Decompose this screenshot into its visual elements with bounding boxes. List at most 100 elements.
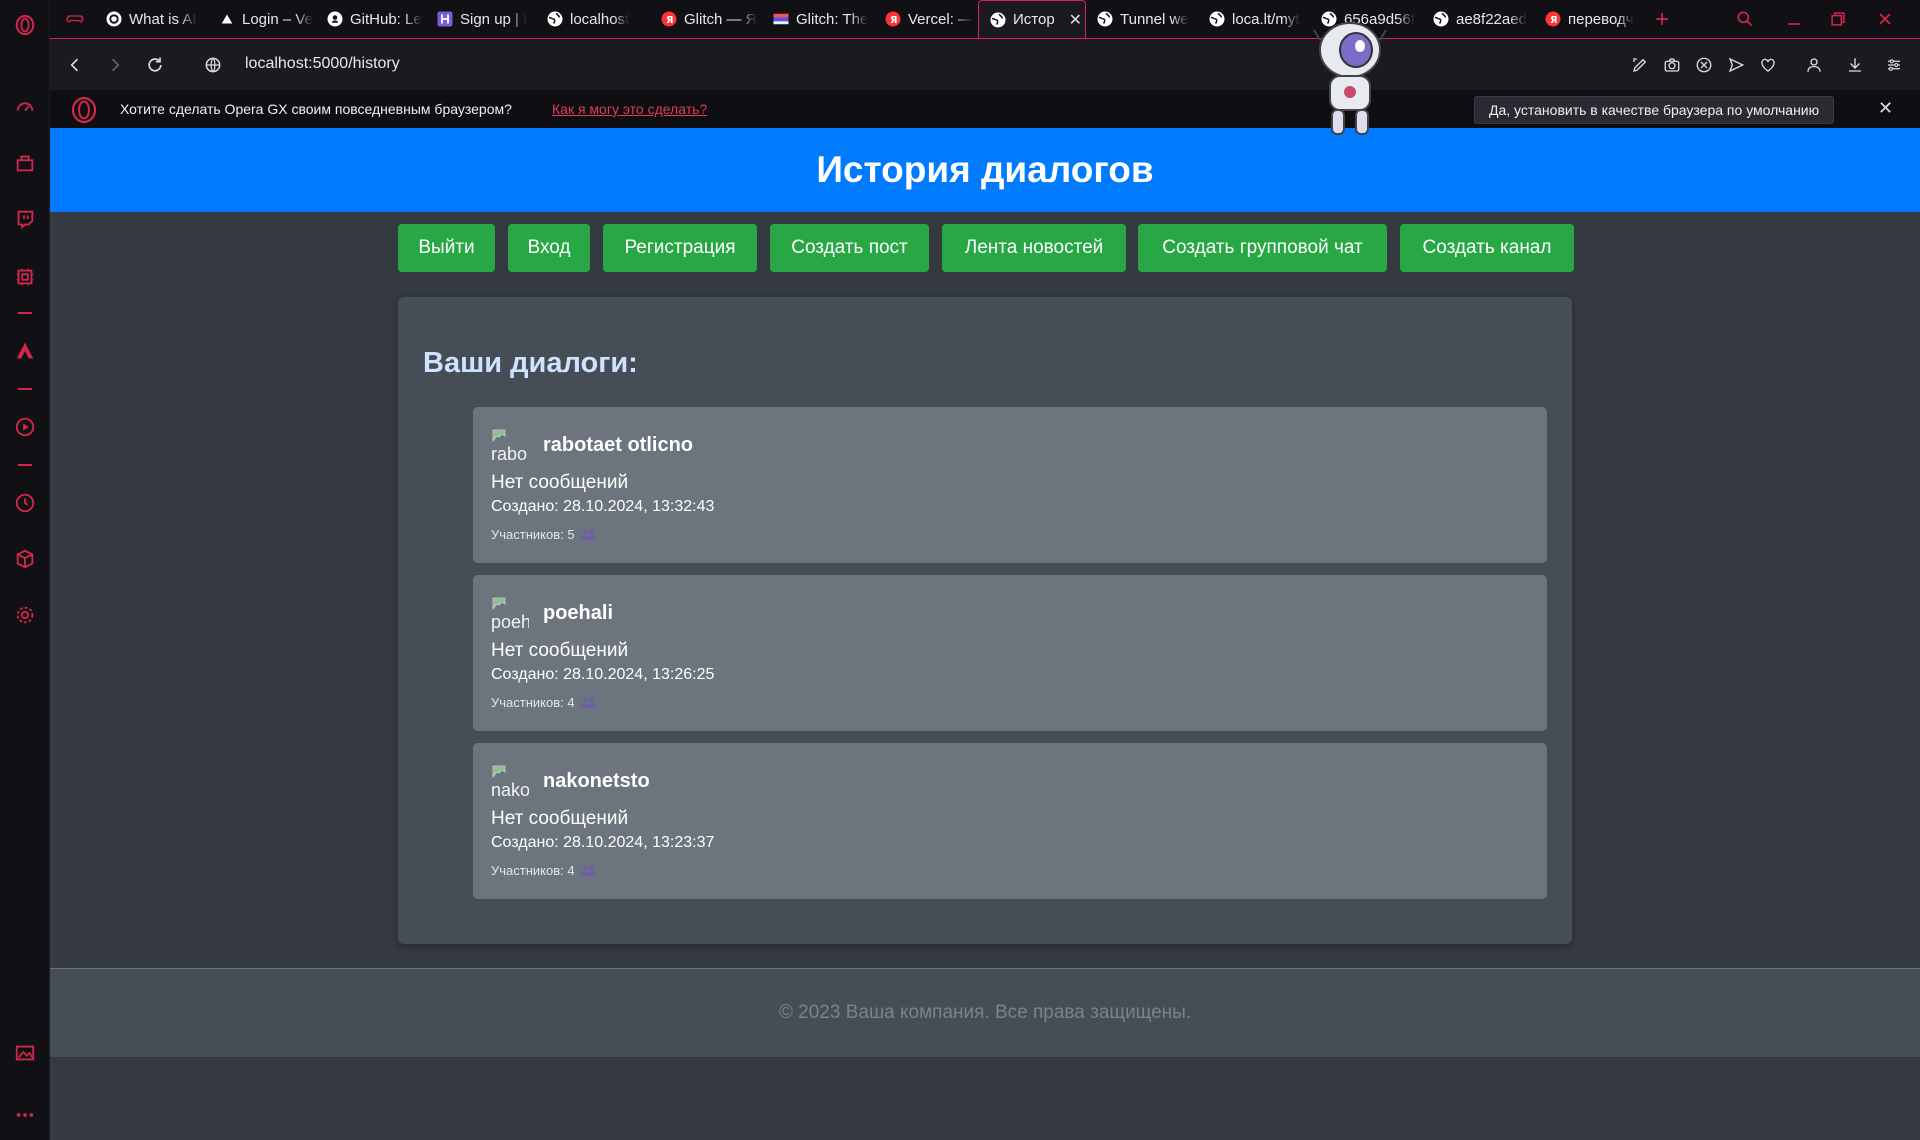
tab-title: Login – Ve	[242, 10, 313, 28]
extensions-cube-icon[interactable]	[12, 546, 38, 572]
adblock-shield-icon[interactable]	[1692, 53, 1716, 77]
tab-strip: What is AI Login – Ve GitHub: Le Sign up…	[50, 0, 1920, 38]
members-label: Участников: 4	[491, 695, 575, 710]
easy-setup-sliders-icon[interactable]	[1882, 53, 1906, 77]
minimize-icon[interactable]	[1772, 0, 1816, 38]
gx-corner-icon[interactable]	[12, 150, 38, 176]
github-icon	[326, 10, 344, 28]
avatar-alt-text: nako	[491, 780, 529, 800]
tab-glitch-the[interactable]: Glitch: The	[762, 0, 874, 38]
opera-logo-icon[interactable]	[12, 12, 38, 38]
aria-icon[interactable]	[12, 338, 38, 364]
opera-gx-logo-icon	[71, 96, 97, 124]
tab-title: loca.lt/myt	[1232, 10, 1300, 28]
tab-tunnel[interactable]: Tunnel we	[1086, 0, 1198, 38]
h-logo-icon	[436, 10, 454, 28]
yandex-icon: Я	[660, 10, 678, 28]
tab-gamepad[interactable]	[56, 0, 96, 38]
more-dots-icon[interactable]	[12, 1102, 38, 1128]
profile-icon[interactable]	[1802, 53, 1826, 77]
create-post-button[interactable]: Создать пост	[770, 224, 929, 272]
tab-title: Tunnel we	[1120, 10, 1189, 28]
new-tab-plus-icon[interactable]	[1646, 0, 1678, 38]
tab-title: Vercel: —	[908, 10, 974, 28]
page-footer: © 2023 Ваша компания. Все права защищены…	[50, 968, 1920, 1057]
player-icon[interactable]	[12, 414, 38, 440]
site-info-globe-icon[interactable]	[200, 52, 226, 78]
set-default-browser-button[interactable]: Да, установить в качестве браузера по ум…	[1474, 96, 1835, 124]
download-icon[interactable]	[1843, 53, 1867, 77]
close-tab-icon[interactable]: ✕	[1069, 10, 1082, 30]
tab-title: Истор	[1013, 11, 1055, 28]
globe-icon	[546, 10, 564, 28]
members-count: Участников: 5	[491, 527, 596, 542]
nav-buttons: Выйти Вход Регистрация Создать пост Лент…	[50, 224, 1920, 272]
page-header: История диалогов	[50, 128, 1920, 212]
tab-title: GitHub: Le	[350, 10, 422, 28]
avatar-alt-text: poeh	[491, 612, 529, 632]
people-icon	[580, 529, 596, 540]
create-group-chat-button[interactable]: Создать групповой чат	[1138, 224, 1387, 272]
back-arrow-icon[interactable]	[62, 52, 88, 78]
snapshot-camera-icon[interactable]	[1660, 53, 1684, 77]
gamepad-icon	[66, 10, 84, 28]
dialog-item[interactable]: poeh poehali Нет сообщений Создано: 28.1…	[473, 575, 1547, 731]
gx-control-icon[interactable]	[12, 264, 38, 290]
tab-github[interactable]: GitHub: Le	[316, 0, 428, 38]
dialog-item[interactable]: rabo rabotaet otlicno Нет сообщений Созд…	[473, 407, 1547, 563]
settings-gear-icon[interactable]	[12, 602, 38, 628]
dialogs-card: Ваши диалоги: rabo rabotaet otlicno Нет …	[398, 297, 1572, 944]
send-flow-icon[interactable]	[1724, 53, 1748, 77]
vercel-triangle-icon	[218, 10, 236, 28]
wallpaper-icon[interactable]	[12, 1040, 38, 1066]
tab-localhost[interactable]: localhost	[536, 0, 648, 38]
forward-arrow-icon[interactable]	[102, 52, 128, 78]
default-browser-notification: Хотите сделать Opera GX своим повседневн…	[50, 90, 1920, 128]
twitch-icon[interactable]	[12, 206, 38, 232]
tab-glitch-yandex[interactable]: Я Glitch — Я	[650, 0, 762, 38]
tab-what-is-ai[interactable]: What is AI	[95, 0, 205, 38]
globe-icon	[1096, 10, 1114, 28]
openai-icon	[105, 10, 123, 28]
svg-text:Я: Я	[1550, 15, 1558, 26]
yandex-icon: Я	[884, 10, 902, 28]
history-icon[interactable]	[12, 490, 38, 516]
broken-image-icon	[492, 429, 506, 443]
broken-image-icon	[492, 765, 506, 779]
easy-setup-icon[interactable]	[1628, 53, 1652, 77]
tab-vercel[interactable]: Я Vercel: —	[874, 0, 986, 38]
last-message: Нет сообщений	[491, 808, 629, 829]
bookmark-heart-icon[interactable]	[1756, 53, 1780, 77]
close-window-icon[interactable]	[1860, 0, 1910, 38]
logout-button[interactable]: Выйти	[398, 224, 495, 272]
globe-icon	[989, 11, 1007, 29]
tab-history-active[interactable]: Истор ✕	[978, 0, 1086, 38]
create-channel-button[interactable]: Создать канал	[1400, 224, 1574, 272]
svg-text:Я: Я	[666, 15, 674, 26]
glitch-icon	[772, 10, 790, 28]
speed-dial-icon[interactable]	[12, 94, 38, 120]
avatar: nako	[491, 763, 529, 801]
login-button[interactable]: Вход	[508, 224, 590, 272]
register-button[interactable]: Регистрация	[603, 224, 757, 272]
dialog-item[interactable]: nako nakonetsto Нет сообщений Создано: 2…	[473, 743, 1547, 899]
tab-search-icon[interactable]	[1728, 0, 1762, 38]
tab-translator[interactable]: Я переводч	[1534, 0, 1646, 38]
close-notification-icon[interactable]: ✕	[1878, 98, 1893, 119]
tab-login-vercel[interactable]: Login – Ve	[208, 0, 320, 38]
notification-message: Хотите сделать Opera GX своим повседневн…	[120, 101, 512, 117]
page-title: История диалогов	[816, 149, 1154, 190]
url-field[interactable]: localhost:5000/history	[245, 55, 400, 73]
how-to-link[interactable]: Как я могу это сделать?	[552, 101, 707, 117]
tab-loca-lt[interactable]: loca.lt/myt	[1198, 0, 1310, 38]
tab-title: Sign up | I	[460, 10, 528, 28]
address-bar: localhost:5000/history	[50, 38, 1920, 90]
restore-window-icon[interactable]	[1816, 0, 1860, 38]
tab-sign-up[interactable]: Sign up | I	[426, 0, 538, 38]
tab-title: localhost	[570, 10, 630, 28]
members-label: Участников: 4	[491, 863, 575, 878]
avatar: poeh	[491, 595, 529, 633]
reload-icon[interactable]	[142, 52, 168, 78]
tab-ae8f22aed[interactable]: ae8f22aed	[1422, 0, 1534, 38]
news-feed-button[interactable]: Лента новостей	[942, 224, 1126, 272]
